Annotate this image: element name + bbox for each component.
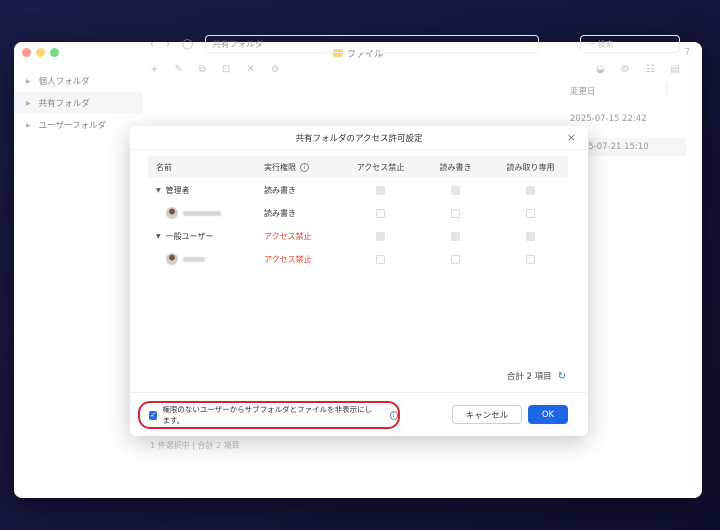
close-icon[interactable]: ×: [567, 131, 576, 144]
dialog-footer: ✓ 権限のないユーザーからサブフォルダとファイルを非表示にします。 i キャンセ…: [130, 392, 588, 436]
row-permission: 読み書き: [264, 185, 296, 195]
avatar: [166, 207, 178, 219]
column-header-permission: 実行権限 i: [258, 162, 343, 173]
read-write-checkbox[interactable]: [451, 185, 460, 195]
deny-checkbox[interactable]: [376, 208, 385, 218]
table-row[interactable]: 読み書き: [148, 202, 568, 224]
deny-checkbox[interactable]: [376, 185, 385, 195]
caret-down-icon[interactable]: ▼: [156, 233, 161, 240]
avatar: [166, 253, 178, 265]
read-write-checkbox[interactable]: [451, 231, 460, 241]
total-count: 合計 2 項目 ↻: [506, 370, 566, 383]
read-only-checkbox[interactable]: [526, 185, 535, 195]
row-name: ▼ 一般ユーザー: [148, 231, 258, 242]
table-row[interactable]: ▼ 一般ユーザー アクセス禁止: [148, 225, 568, 247]
deny-checkbox[interactable]: [376, 254, 385, 264]
read-write-checkbox[interactable]: [451, 208, 460, 218]
row-permission: アクセス禁止: [264, 231, 312, 241]
column-header-permission-label: 実行権限: [264, 162, 296, 172]
read-write-checkbox[interactable]: [451, 254, 460, 264]
row-name: [148, 207, 258, 219]
row-name: [148, 253, 258, 265]
redacted-user-name: [183, 210, 221, 216]
row-name-text: 管理者: [165, 185, 190, 195]
column-header-name: 名前: [156, 162, 172, 172]
caret-down-icon[interactable]: ▼: [156, 187, 161, 194]
read-only-checkbox[interactable]: [526, 208, 535, 218]
total-count-text: 合計 2 項目: [506, 372, 552, 382]
read-only-checkbox[interactable]: [526, 254, 535, 264]
table-header: 名前 実行権限 i アクセス禁止 読み書き 読み取り専用: [148, 156, 568, 178]
redacted-user-name: [183, 256, 205, 262]
hide-from-unauthorized-checkbox[interactable]: ✓: [149, 410, 158, 420]
hide-from-unauthorized-label: 権限のないユーザーからサブフォルダとファイルを非表示にします。: [162, 405, 373, 425]
info-icon[interactable]: i: [300, 162, 309, 172]
table-row[interactable]: アクセス禁止: [148, 248, 568, 270]
dialog-title: 共有フォルダのアクセス許可設定: [130, 126, 588, 150]
hide-from-unauthorized-option[interactable]: ✓ 権限のないユーザーからサブフォルダとファイルを非表示にします。 i: [138, 401, 400, 429]
row-name-text: 一般ユーザー: [165, 231, 214, 241]
refresh-icon[interactable]: ↻: [558, 371, 566, 382]
info-icon[interactable]: i: [389, 410, 398, 420]
ok-button[interactable]: OK: [528, 405, 568, 424]
column-header-deny: アクセス禁止: [356, 162, 405, 172]
row-permission: アクセス禁止: [264, 254, 312, 264]
read-only-checkbox[interactable]: [526, 231, 535, 241]
table-row[interactable]: ▼ 管理者 読み書き: [148, 179, 568, 201]
permission-dialog: 共有フォルダのアクセス許可設定 × 名前 実行権限 i アクセス禁止 読み書き …: [130, 126, 588, 436]
deny-checkbox[interactable]: [376, 231, 385, 241]
row-name: ▼ 管理者: [148, 185, 258, 196]
row-permission: 読み書き: [264, 208, 296, 218]
column-header-read-write: 読み書き: [439, 162, 472, 172]
column-header-read-only: 読み取り専用: [506, 162, 555, 172]
cancel-button[interactable]: キャンセル: [452, 405, 522, 424]
